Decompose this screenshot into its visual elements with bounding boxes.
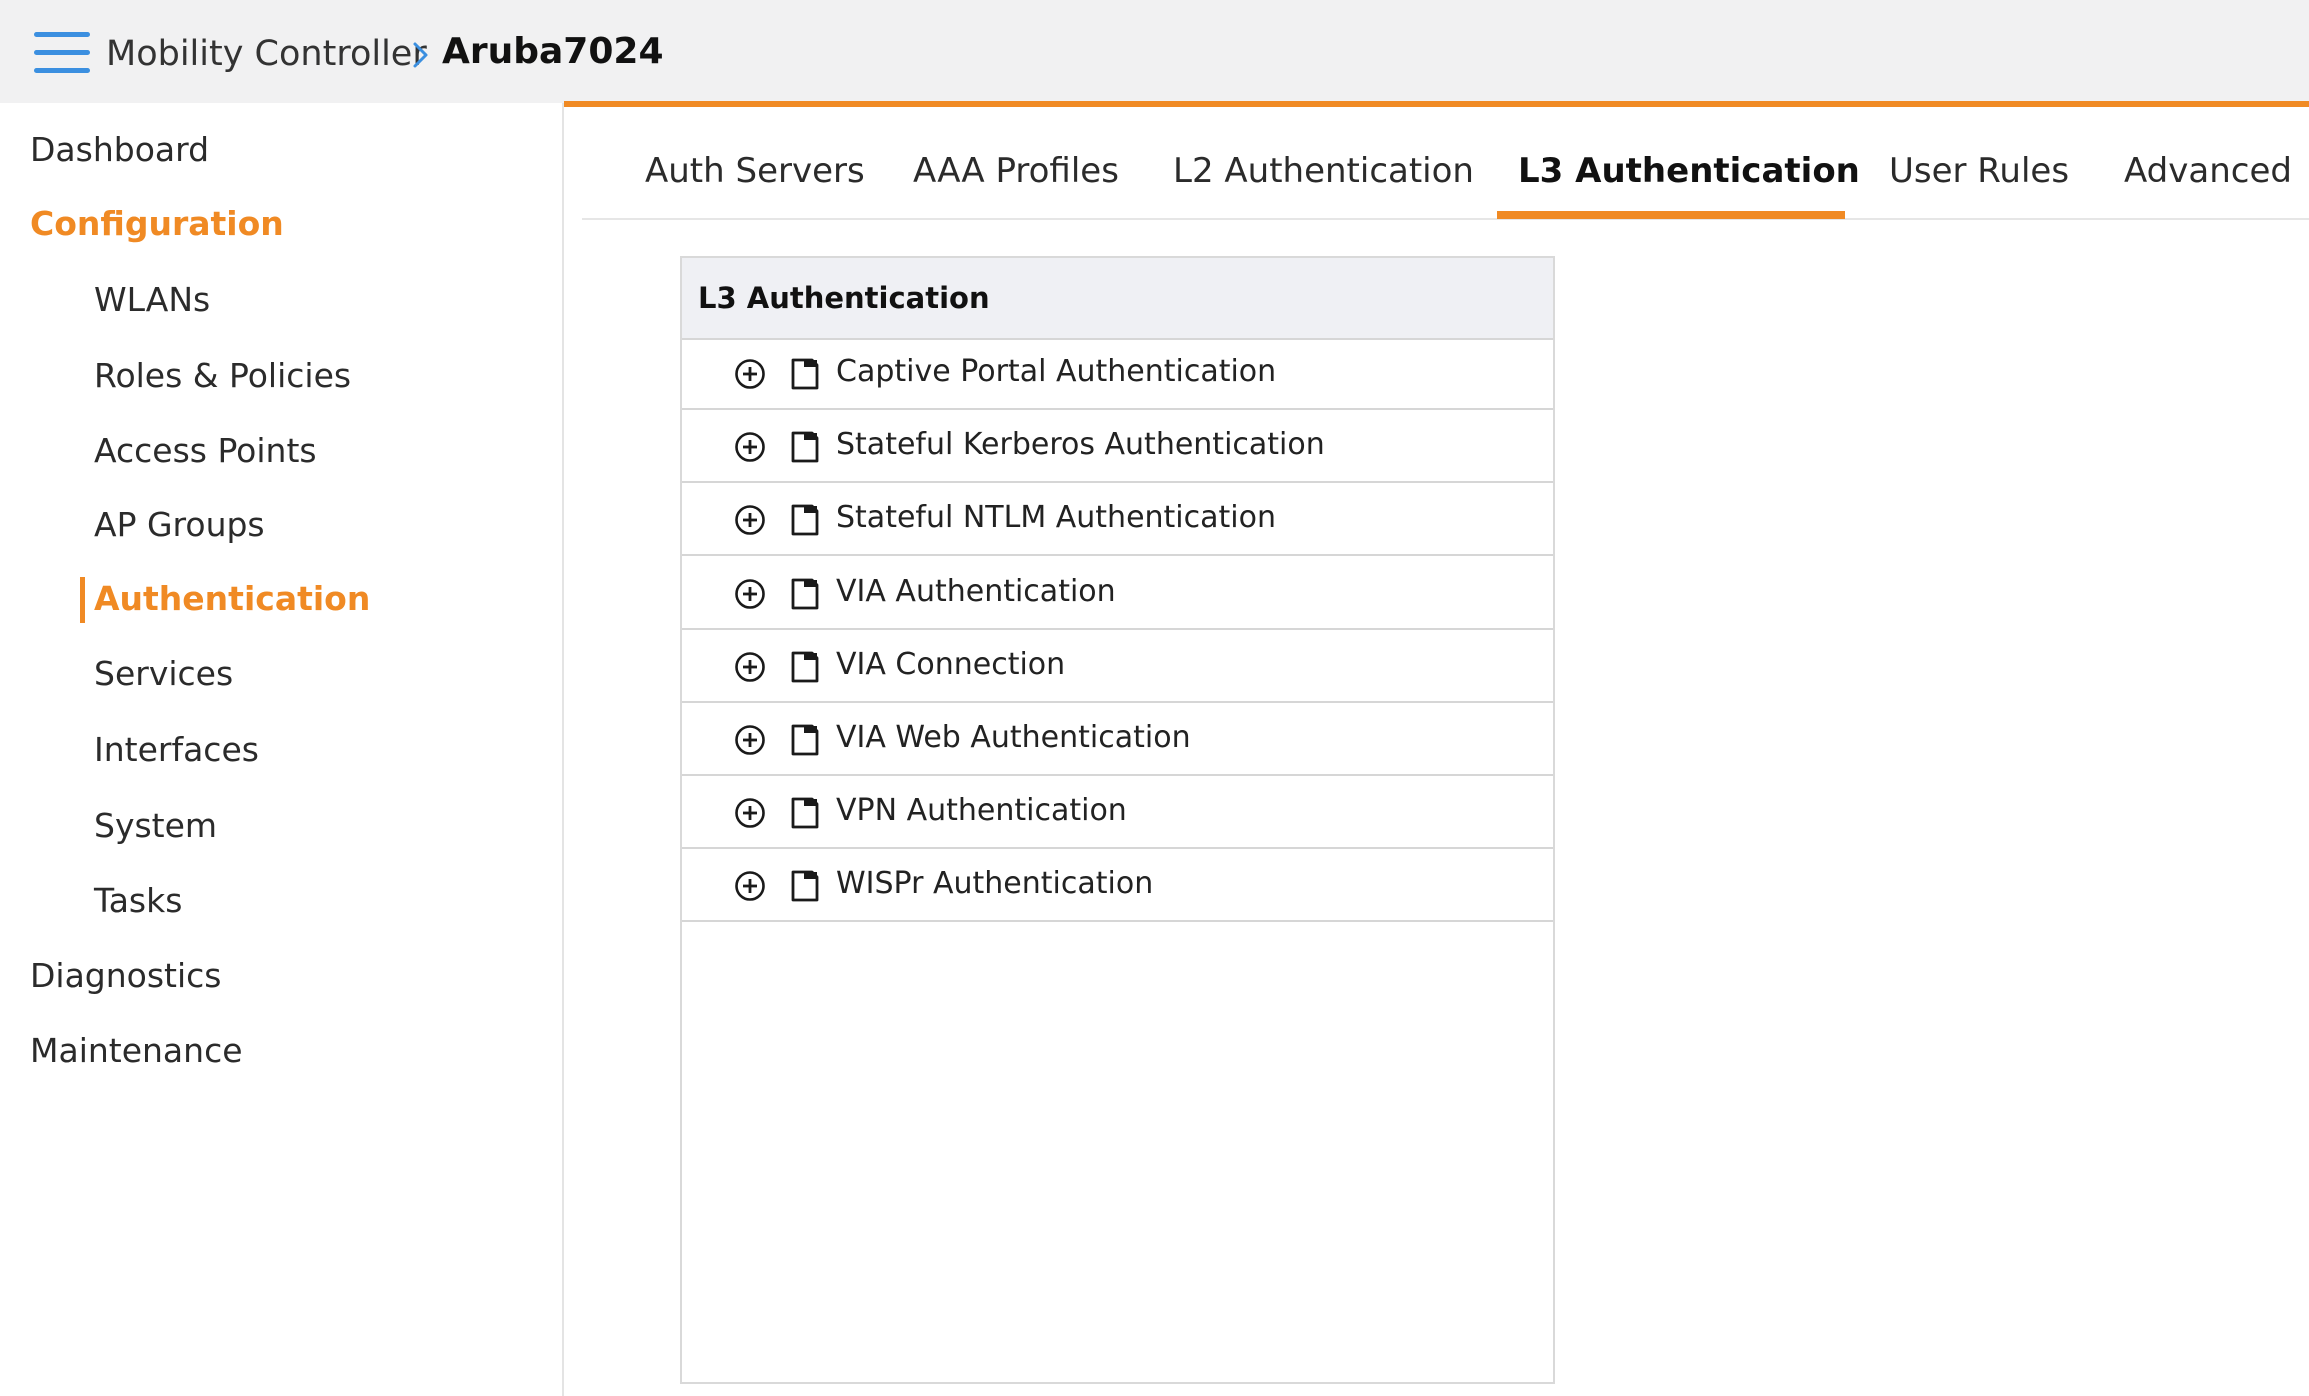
active-item-indicator	[80, 577, 85, 623]
plus-circle-icon[interactable]	[734, 578, 766, 610]
plus-circle-icon[interactable]	[734, 504, 766, 536]
sidebar	[0, 103, 564, 1396]
sidebar-item-access-points[interactable]: Access Points	[94, 429, 317, 473]
document-icon	[791, 578, 819, 609]
table-row[interactable]: WISPr Authentication	[682, 850, 1553, 923]
top-header: Mobility Controller Aruba7024	[0, 0, 2309, 103]
row-label: VIA Web Authentication	[836, 720, 1191, 755]
tab-aaa-profiles[interactable]: AAA Profiles	[913, 148, 1119, 194]
l3-authentication-panel: L3 Authentication Captive Portal Authent…	[680, 256, 1555, 1384]
plus-circle-icon[interactable]	[734, 431, 766, 463]
document-icon	[791, 724, 819, 756]
document-icon	[791, 358, 819, 390]
table-row[interactable]: VIA Authentication	[682, 558, 1553, 630]
panel-header: L3 Authentication	[682, 258, 1553, 340]
table-row[interactable]: Captive Portal Authentication	[682, 338, 1553, 410]
plus-circle-icon[interactable]	[734, 870, 766, 902]
tab-advanced[interactable]: Advanced	[2124, 148, 2292, 194]
header-accent-line	[564, 101, 2309, 107]
document-icon	[791, 431, 819, 463]
row-label: Captive Portal Authentication	[836, 354, 1277, 389]
sidebar-item-dashboard[interactable]: Dashboard	[30, 128, 209, 172]
row-label: Stateful Kerberos Authentication	[836, 427, 1325, 463]
table-row[interactable]: VIA Web Authentication	[682, 704, 1553, 776]
sidebar-item-system[interactable]: System	[94, 804, 217, 848]
tab-user-rules[interactable]: User Rules	[1889, 148, 2069, 194]
table-row[interactable]: VIA Connection	[682, 631, 1553, 703]
tabs-divider	[582, 218, 2309, 220]
tab-l3-authentication[interactable]: L3 Authentication	[1518, 148, 1860, 194]
row-label: VIA Authentication	[836, 573, 1116, 609]
plus-circle-icon[interactable]	[734, 651, 766, 683]
table-row[interactable]: Stateful NTLM Authentication	[682, 484, 1553, 557]
tab-l2-authentication[interactable]: L2 Authentication	[1173, 148, 1474, 194]
plus-circle-icon[interactable]	[734, 358, 766, 390]
breadcrumb-current: Aruba7024	[442, 31, 664, 72]
plus-circle-icon[interactable]	[734, 797, 766, 829]
row-label: WISPr Authentication	[836, 866, 1154, 902]
sidebar-item-roles-policies[interactable]: Roles & Policies	[94, 354, 351, 398]
breadcrumb-root[interactable]: Mobility Controller	[106, 31, 427, 77]
panel-title: L3 Authentication	[698, 281, 990, 315]
sidebar-item-maintenance[interactable]: Maintenance	[30, 1029, 243, 1073]
sidebar-item-ap-groups[interactable]: AP Groups	[94, 503, 265, 547]
document-icon	[791, 797, 819, 829]
chevron-right-icon	[413, 42, 428, 68]
sidebar-item-wlans[interactable]: WLANs	[94, 278, 210, 322]
sidebar-item-tasks[interactable]: Tasks	[94, 879, 182, 923]
hamburger-menu-icon[interactable]	[34, 30, 90, 76]
sidebar-item-services[interactable]: Services	[94, 652, 233, 696]
table-row[interactable]: Stateful Kerberos Authentication	[682, 411, 1553, 484]
sidebar-item-configuration[interactable]: Configuration	[30, 202, 284, 246]
row-label: Stateful NTLM Authentication	[836, 500, 1276, 536]
plus-circle-icon[interactable]	[734, 724, 766, 756]
table-row[interactable]: VPN Authentication	[682, 777, 1553, 850]
sidebar-item-interfaces[interactable]: Interfaces	[94, 728, 259, 772]
sidebar-item-diagnostics[interactable]: Diagnostics	[30, 954, 222, 998]
sidebar-item-authentication[interactable]: Authentication	[94, 577, 370, 621]
document-icon	[791, 651, 819, 683]
document-icon	[791, 504, 819, 536]
active-tab-underline	[1497, 211, 1845, 219]
tab-auth-servers[interactable]: Auth Servers	[645, 148, 865, 194]
row-label: VPN Authentication	[836, 793, 1127, 829]
row-label: VIA Connection	[836, 646, 1066, 682]
document-icon	[791, 870, 819, 902]
